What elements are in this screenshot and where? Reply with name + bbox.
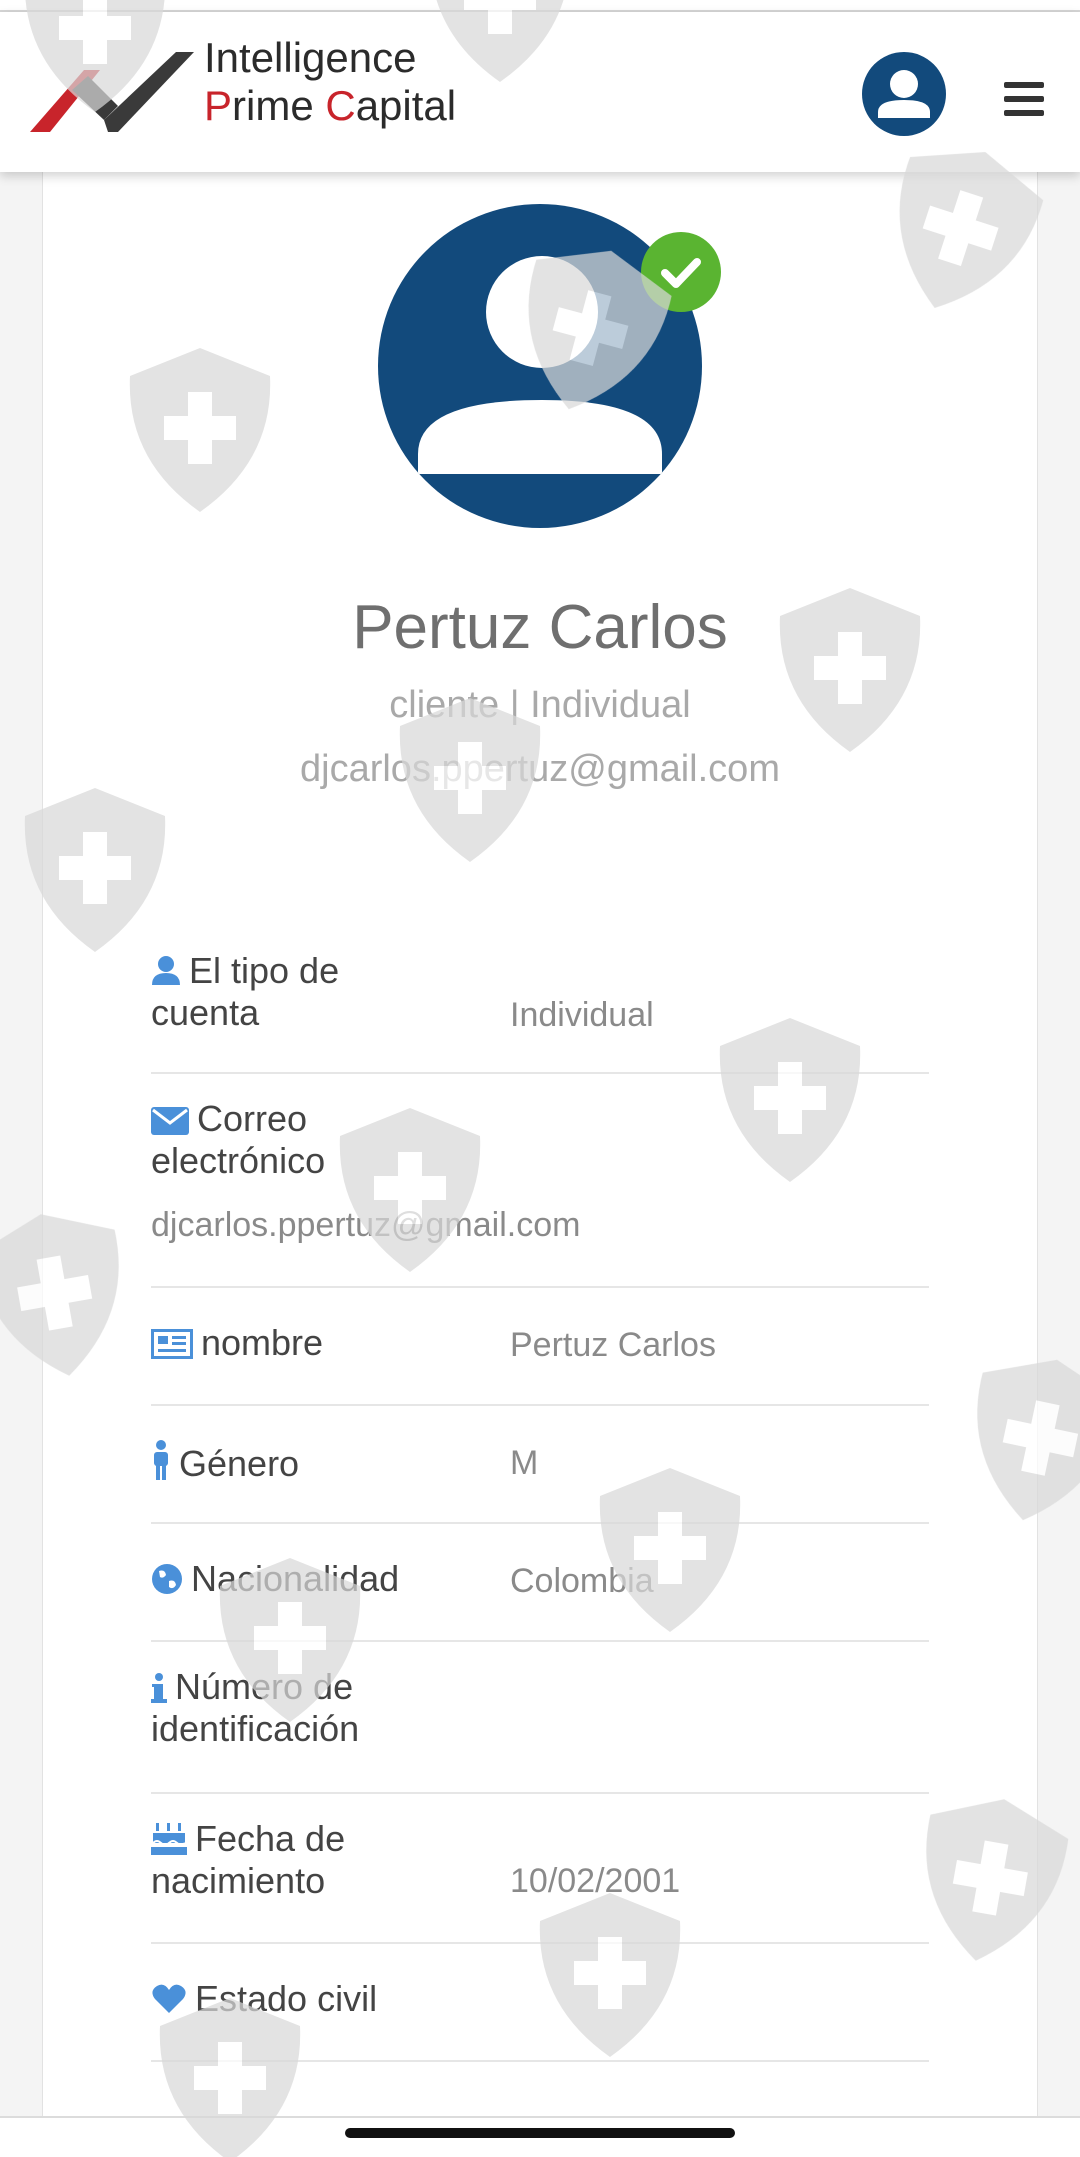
detail-label: nombre	[151, 1322, 511, 1364]
app-header: Intelligence Prime Capital	[0, 12, 1080, 172]
logo-text[interactable]: Intelligence Prime Capital	[204, 34, 456, 130]
profile-role: cliente | Individual	[389, 684, 691, 726]
detail-value: Colombia	[510, 1562, 654, 1600]
detail-label-line1: nombre	[201, 1322, 324, 1363]
hamburger-menu-button[interactable]	[1004, 82, 1044, 116]
detail-label: Número de identificación	[151, 1666, 511, 1750]
logo-rest-2: apital	[355, 82, 457, 129]
detail-row-marital-status: Estado civil	[151, 1944, 929, 2062]
menu-bar-2	[1004, 96, 1044, 102]
detail-row-nationality: Nacionalidad Colombia	[151, 1524, 929, 1642]
check-badge-icon	[661, 258, 701, 288]
logo-line-2: Prime Capital	[204, 82, 456, 130]
home-indicator[interactable]	[345, 2128, 735, 2138]
detail-label: Nacionalidad	[151, 1558, 511, 1600]
detail-row-birthdate: Fecha de nacimiento 10/02/2001	[151, 1794, 929, 1944]
hamburger-menu-icon	[1004, 82, 1044, 88]
detail-value: Individual	[510, 996, 654, 1034]
id-card-icon	[151, 1329, 193, 1359]
status-bar	[0, 0, 1080, 12]
detail-value: 10/02/2001	[510, 1862, 681, 1900]
detail-label-line2: identificación	[151, 1708, 360, 1749]
detail-label-line1: Número de	[175, 1666, 354, 1707]
detail-row-email: Correo electrónico djcarlos.ppertuz@gmail…	[151, 1074, 929, 1288]
detail-value: djcarlos.ppertuz@gmail.com	[151, 1206, 581, 1244]
envelope-icon	[151, 1107, 189, 1135]
heart-icon	[152, 1984, 186, 2013]
detail-label: Estado civil	[151, 1978, 511, 2020]
user-icon	[152, 956, 180, 985]
detail-label: Fecha de nacimiento	[151, 1818, 511, 1902]
male-icon	[154, 1440, 168, 1480]
detail-label-line1: Nacionalidad	[191, 1558, 400, 1599]
profile-name: Pertuz Carlos	[352, 593, 728, 662]
birthday-cake-icon	[151, 1823, 187, 1855]
detail-label-line2: cuenta	[151, 992, 260, 1033]
logo-line-1: Intelligence	[204, 34, 456, 82]
detail-row-account-type: El tipo de cuenta Individual	[151, 944, 929, 1074]
detail-label: Género	[151, 1440, 511, 1485]
detail-row-id-number: Número de identificación	[151, 1642, 929, 1794]
detail-label: El tipo de cuenta	[151, 950, 511, 1034]
logo-letter-c: C	[325, 82, 356, 129]
detail-label-line2: electrónico	[151, 1140, 326, 1181]
logo-letter-p: P	[204, 82, 233, 129]
logo-rest-1: rime	[232, 82, 326, 129]
menu-bar-3	[1004, 110, 1044, 116]
detail-label-line1: Correo	[197, 1098, 308, 1139]
info-icon	[151, 1673, 167, 1703]
detail-label-line2: nacimiento	[151, 1860, 326, 1901]
verified-badge	[641, 232, 721, 312]
detail-row-name: nombre Pertuz Carlos	[151, 1288, 929, 1406]
user-avatar-button[interactable]	[862, 52, 946, 136]
detail-label-line1: Fecha de	[195, 1818, 346, 1859]
user-avatar-icon	[878, 70, 930, 118]
detail-row-gender: Género M	[151, 1406, 929, 1524]
detail-label-line1: Género	[179, 1443, 300, 1484]
logo-mark-icon	[30, 52, 194, 132]
detail-label-line1: El tipo de	[189, 950, 340, 991]
detail-value: Pertuz Carlos	[510, 1326, 716, 1364]
detail-label: Correo electrónico	[151, 1098, 511, 1182]
detail-value: M	[510, 1444, 539, 1482]
profile-email: djcarlos.ppertuz@gmail.com	[300, 748, 780, 790]
detail-label-line1: Estado civil	[195, 1978, 378, 2019]
globe-icon	[152, 1564, 182, 1594]
logo-line1-text: Intelligence	[204, 34, 417, 81]
